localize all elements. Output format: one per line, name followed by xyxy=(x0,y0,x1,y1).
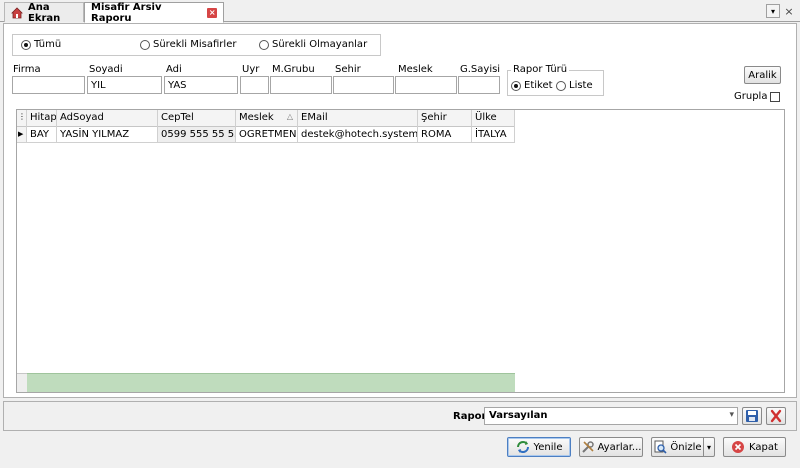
tab-ana-ekran[interactable]: Ana Ekran xyxy=(4,1,84,24)
mgrubu-input[interactable] xyxy=(270,76,332,94)
uyr-input[interactable] xyxy=(240,76,269,94)
table-row[interactable]: ▶ BAY YASİN YILMAZ 0599 555 55 55 OGRETM… xyxy=(17,127,515,143)
kapat-button[interactable]: Kapat xyxy=(723,437,786,457)
cell-meslek: OGRETMEN xyxy=(236,127,298,143)
grid-footer-indicator xyxy=(17,373,27,392)
col-meslek[interactable]: Meslek △ xyxy=(236,110,298,127)
home-icon xyxy=(11,6,23,19)
results-grid: ⋮ Hitap AdSoyad CepTel Meslek △ EMail Şe… xyxy=(16,109,785,393)
cell-ceptel: 0599 555 55 55 xyxy=(158,127,236,143)
tab-home-label: Ana Ekran xyxy=(28,1,61,24)
radio-olmayanlar-label: Sürekli Olmayanlar xyxy=(272,39,368,50)
col-adsoyad[interactable]: AdSoyad xyxy=(57,110,158,127)
grid-summary-footer xyxy=(27,373,515,392)
radio-icon xyxy=(259,39,269,50)
chevron-down-icon: ▾ xyxy=(729,410,734,420)
radio-icon xyxy=(140,39,150,50)
cell-sehir: ROMA xyxy=(418,127,472,143)
sehir-label: Sehir xyxy=(335,64,361,75)
soyadi-label: Soyadi xyxy=(89,64,123,75)
sort-ascending-icon: △ xyxy=(286,112,293,121)
tab-active-label: Misafir Arsiv Raporu xyxy=(91,1,162,24)
save-report-button[interactable] xyxy=(742,407,762,425)
report-type-legend: Rapor Türü xyxy=(511,64,570,75)
tab-misafir-arsiv-raporu[interactable]: Misafir Arsiv Raporu × xyxy=(84,1,224,24)
grupla-checkbox[interactable]: Grupla xyxy=(734,91,781,102)
radio-liste-label: Liste xyxy=(569,80,593,91)
radio-surekli-label: Sürekli Misafirler xyxy=(153,39,237,50)
radio-surekli-misafirler[interactable]: Sürekli Misafirler xyxy=(140,39,236,50)
close-icon xyxy=(732,441,745,453)
report-select-value: Varsayılan xyxy=(489,410,548,421)
gsayisi-input[interactable] xyxy=(458,76,500,94)
save-icon xyxy=(746,410,758,422)
preview-icon xyxy=(654,440,667,454)
radio-liste[interactable]: Liste xyxy=(556,80,593,91)
col-ulke[interactable]: Ülke xyxy=(472,110,515,127)
radio-icon xyxy=(556,80,566,91)
col-email[interactable]: EMail xyxy=(298,110,418,127)
radio-tumu[interactable]: Tümü xyxy=(21,39,61,50)
sehir-input[interactable] xyxy=(333,76,394,94)
col-hitap[interactable]: Hitap xyxy=(27,110,57,127)
kapat-label: Kapat xyxy=(749,441,778,453)
gsayisi-label: G.Sayisi xyxy=(460,64,501,75)
radio-selected-icon xyxy=(511,80,521,91)
radio-selected-icon xyxy=(21,39,31,50)
tools-icon xyxy=(581,441,594,453)
col-ceptel[interactable]: CepTel xyxy=(158,110,236,127)
radio-surekli-olmayanlar[interactable]: Sürekli Olmayanlar xyxy=(259,39,367,50)
col-meslek-label: Meslek xyxy=(239,112,274,123)
radio-tumu-label: Tümü xyxy=(34,39,62,50)
adi-input[interactable] xyxy=(164,76,238,94)
column-chooser-icon[interactable]: ⋮ xyxy=(17,110,27,127)
adi-label: Adi xyxy=(166,64,182,75)
delete-icon xyxy=(770,409,782,423)
meslek-label: Meslek xyxy=(398,64,433,75)
radio-etiket[interactable]: Etiket xyxy=(511,80,553,91)
row-indicator-icon: ▶ xyxy=(17,127,27,143)
grupla-label: Grupla xyxy=(734,91,768,102)
aralik-button[interactable]: Aralik xyxy=(744,66,781,84)
tab-strip: Ana Ekran Misafir Arsiv Raporu × ▾ × xyxy=(0,0,800,24)
refresh-icon xyxy=(516,441,529,453)
mgrubu-label: M.Grubu xyxy=(272,64,315,75)
cell-adsoyad: YASİN YILMAZ xyxy=(57,127,158,143)
report-label: Rapor xyxy=(453,411,487,422)
uyr-label: Uyr xyxy=(242,64,260,75)
cell-ulke: İTALYA xyxy=(472,127,515,143)
report-select[interactable]: Varsayılan ▾ xyxy=(484,407,738,425)
grid-header: ⋮ Hitap AdSoyad CepTel Meslek △ EMail Şe… xyxy=(17,110,515,127)
close-window-icon[interactable]: × xyxy=(782,4,796,18)
meslek-input[interactable] xyxy=(395,76,457,94)
onizle-dropdown-button[interactable]: ▾ xyxy=(703,437,715,457)
cell-email: destek@hotech.systems xyxy=(298,127,418,143)
yenile-button[interactable]: Yenile xyxy=(507,437,571,457)
onizle-button[interactable]: Önizle xyxy=(651,437,703,457)
delete-report-button[interactable] xyxy=(766,407,786,425)
col-sehir[interactable]: Şehir xyxy=(418,110,472,127)
soyadi-input[interactable] xyxy=(87,76,162,94)
onizle-label: Önizle xyxy=(670,441,702,453)
ayarlar-label: Ayarlar... xyxy=(597,441,642,453)
ayarlar-button[interactable]: Ayarlar... xyxy=(579,437,643,457)
cell-hitap: BAY xyxy=(27,127,57,143)
radio-etiket-label: Etiket xyxy=(524,80,553,91)
yenile-label: Yenile xyxy=(533,441,563,453)
firma-label: Firma xyxy=(13,64,41,75)
checkbox-icon xyxy=(770,91,781,102)
aralik-button-label: Aralik xyxy=(748,69,777,81)
guest-filter-group: Tümü Sürekli Misafirler Sürekli Olmayanl… xyxy=(12,34,381,56)
tab-close-icon[interactable]: × xyxy=(207,7,217,18)
chevron-down-icon: ▾ xyxy=(706,442,711,452)
tab-list-dropdown-icon[interactable]: ▾ xyxy=(766,4,780,18)
firma-input[interactable] xyxy=(12,76,85,94)
